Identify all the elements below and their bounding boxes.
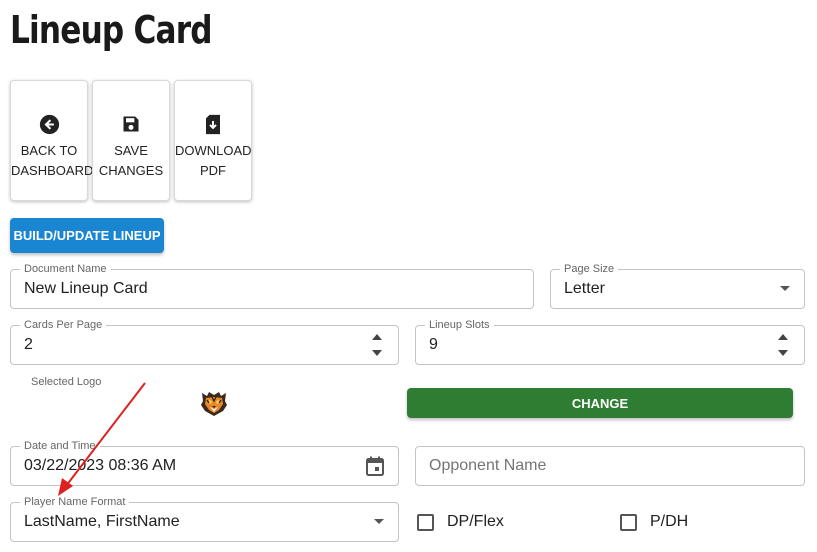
cards-per-page-label: Cards Per Page — [20, 318, 107, 332]
download-label-line2: PDF — [200, 163, 226, 178]
chevron-down-icon — [374, 519, 384, 524]
p-dh-checkbox[interactable]: P/DH — [620, 513, 688, 531]
calendar-icon[interactable] — [366, 456, 384, 481]
player-name-format-select[interactable]: Player Name Format LastName, FirstName — [10, 495, 399, 542]
back-label-line1: Back to — [20, 143, 78, 158]
build-update-lineup-button[interactable]: Build/Update Lineup — [10, 218, 164, 253]
stepper-up-icon[interactable] — [372, 334, 382, 340]
opponent-name-field[interactable]: Opponent Name — [415, 446, 805, 486]
lineup-slots-value: 9 — [429, 336, 438, 353]
stepper-down-icon[interactable] — [372, 350, 382, 356]
save-label-line2: Changes — [98, 163, 164, 178]
cards-per-page-field[interactable]: Cards Per Page 2 — [10, 318, 399, 365]
floppy-disk-icon — [120, 113, 142, 135]
date-time-value: 03/22/2023 08:36 AM — [24, 457, 177, 474]
page-size-value: Letter — [564, 280, 605, 297]
lineup-slots-field[interactable]: Lineup Slots 9 — [415, 318, 805, 365]
cards-per-page-value: 2 — [24, 336, 33, 353]
arrow-left-circle-icon — [38, 113, 60, 135]
tiger-logo-icon — [199, 389, 229, 417]
selected-logo-label: Selected Logo — [31, 376, 102, 388]
player-name-format-value: LastName, FirstName — [24, 513, 180, 530]
back-to-dashboard-button[interactable]: Back to Dashboard — [10, 80, 94, 201]
page-size-select[interactable]: Page Size Letter — [550, 262, 805, 309]
document-name-value: New Lineup Card — [24, 280, 148, 297]
download-pdf-button[interactable]: Download PDF — [174, 80, 252, 201]
dp-flex-checkbox[interactable]: DP/Flex — [417, 513, 504, 531]
date-time-field[interactable]: Date and Time 03/22/2023 08:36 AM — [10, 439, 399, 486]
change-logo-button[interactable]: Change — [407, 388, 793, 418]
chevron-down-icon — [780, 286, 790, 291]
back-label-line2: Dashboard — [11, 163, 94, 178]
opponent-name-placeholder: Opponent Name — [429, 457, 547, 474]
stepper-down-icon[interactable] — [778, 350, 788, 356]
document-name-field[interactable]: Document Name New Lineup Card — [10, 262, 534, 309]
dp-flex-checkbox-box[interactable] — [417, 513, 434, 531]
save-label-line1: Save — [114, 143, 148, 158]
stepper-up-icon[interactable] — [778, 334, 788, 340]
file-download-icon — [202, 113, 224, 135]
save-changes-button[interactable]: Save Changes — [92, 80, 170, 201]
p-dh-checkbox-box[interactable] — [620, 513, 637, 531]
dp-flex-label: DP/Flex — [447, 513, 504, 530]
download-label-line1: Download — [175, 143, 252, 158]
number-stepper[interactable] — [372, 326, 384, 364]
p-dh-label: P/DH — [650, 513, 689, 530]
number-stepper[interactable] — [778, 326, 790, 364]
page-title: Lineup Card — [10, 8, 213, 52]
